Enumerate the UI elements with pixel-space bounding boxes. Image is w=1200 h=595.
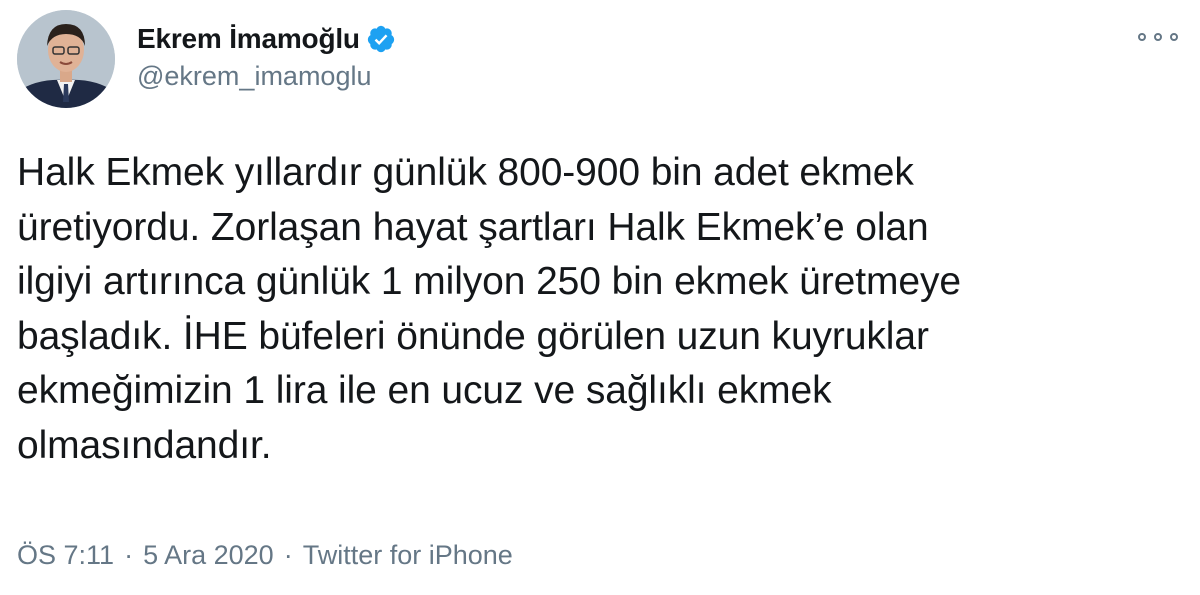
more-dot bbox=[1154, 33, 1162, 41]
tweet-text-line: ekmeğimizin 1 lira ile en ucuz ve sağlık… bbox=[17, 369, 832, 412]
tweet-text-line: üretiyordu. Zorlaşan hayat şartları Halk… bbox=[17, 205, 929, 249]
more-dot bbox=[1138, 33, 1146, 41]
avatar-photo bbox=[17, 10, 115, 108]
tweet-time[interactable]: ÖS 7:11 bbox=[17, 540, 114, 571]
verified-badge-icon bbox=[366, 24, 396, 54]
meta-separator: · bbox=[124, 540, 134, 570]
more-options-icon[interactable] bbox=[1138, 26, 1178, 48]
avatar[interactable] bbox=[17, 10, 115, 108]
tweet-text-line: ilgiyi artırınca günlük 1 milyon 250 bin… bbox=[17, 260, 961, 303]
tweet-meta: ÖS 7:11 · 5 Ara 2020 · Twitter for iPhon… bbox=[17, 540, 513, 571]
more-dot bbox=[1170, 33, 1178, 41]
tweet-date[interactable]: 5 Ara 2020 bbox=[143, 540, 274, 571]
meta-separator: · bbox=[283, 540, 293, 570]
author-name-row: Ekrem İmamoğlu bbox=[137, 19, 396, 59]
tweet-card: Ekrem İmamoğlu @ekrem_imamoglu Halk Ekme… bbox=[0, 0, 1200, 595]
tweet-text: Halk Ekmek yıllardır günlük 800-900 bin … bbox=[17, 146, 1187, 473]
author-display-name[interactable]: Ekrem İmamoğlu bbox=[137, 23, 360, 55]
tweet-text-line: Halk Ekmek yıllardır günlük 800-900 bin … bbox=[17, 151, 914, 194]
tweet-text-line: olmasındandır. bbox=[17, 423, 272, 467]
tweet-text-line: başladık. İHE büfeleri önünde görülen uz… bbox=[17, 314, 929, 358]
author-handle[interactable]: @ekrem_imamoglu bbox=[137, 61, 371, 92]
tweet-source[interactable]: Twitter for iPhone bbox=[303, 540, 513, 571]
